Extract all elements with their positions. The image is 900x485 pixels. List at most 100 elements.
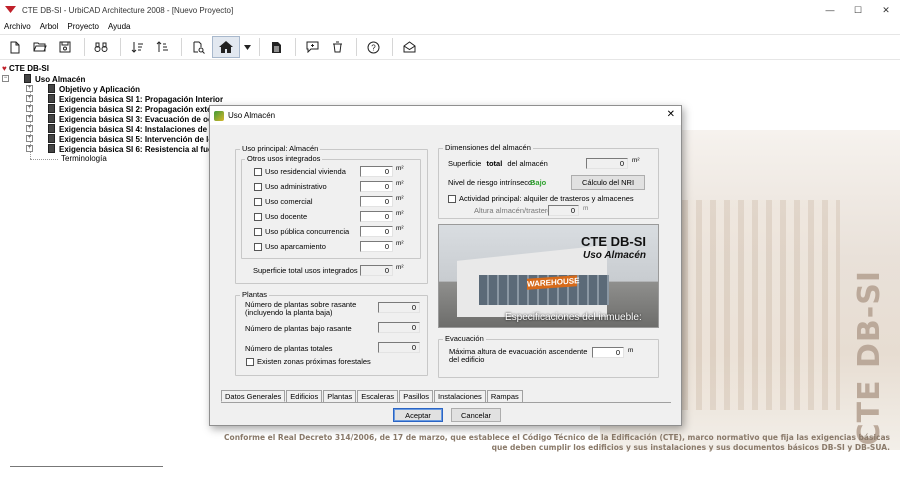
docente-field[interactable]: 0 [360,211,393,222]
maximize-button[interactable]: ☐ [844,0,872,20]
publica-concurrencia-field[interactable]: 0 [360,226,393,237]
aparcamiento-checkbox[interactable] [254,243,262,251]
tab-plantas[interactable]: Plantas [323,390,357,402]
tab-escaleras[interactable]: Escaleras [357,390,399,402]
minimize-button[interactable]: — [816,0,844,20]
residencial-checkbox[interactable] [254,168,262,176]
calculo-nri-button[interactable]: Cálculo del NRI [571,175,645,190]
residencial-field[interactable]: 0 [360,166,393,177]
comercial-checkbox[interactable] [254,198,262,206]
dialog-tabs: Datos Generales Edificios Plantas Escale… [221,390,524,402]
tab-datos-generales[interactable]: Datos Generales [221,390,286,402]
superficie-unit: m² [632,157,640,164]
residencial-unit: m² [396,165,404,172]
trash-icon[interactable] [326,36,348,58]
evacuacion-field[interactable]: 0 [592,347,624,358]
menu-arbol[interactable]: Arbol [40,22,59,31]
docente-label: Uso docente [265,212,308,221]
administrativo-field[interactable]: 0 [360,181,393,192]
new-file-icon[interactable] [4,36,26,58]
tab-instalaciones[interactable]: Instalaciones [434,390,486,402]
grid-icon [24,74,31,83]
dropdown-arrow-icon[interactable] [243,36,251,58]
tree-root[interactable]: ♥ CTE DB-SI [2,64,49,74]
toolbar: ? [0,34,900,60]
tab-edificios[interactable]: Edificios [286,390,323,402]
toolbar-separator [392,38,393,56]
tab-pasillos[interactable]: Pasillos [399,390,434,402]
publica-concurrencia-label: Uso pública concurrencia [265,227,350,236]
altura-label: Altura almacén/trastero [474,206,552,215]
help-icon[interactable]: ? [362,36,384,58]
window-controls: — ☐ ✕ [816,0,900,20]
publica-concurrencia-checkbox[interactable] [254,228,262,236]
tree-expand-icon[interactable]: + [26,135,33,142]
document-icon[interactable] [265,36,287,58]
book-icon [48,134,55,143]
comercial-unit: m² [396,195,404,202]
toolbar-separator [356,38,357,56]
altura-unit: m [583,205,589,212]
tree-connector [30,159,58,160]
superficie-field: 0 [586,158,628,169]
save-icon[interactable] [54,36,76,58]
binoculars-icon[interactable] [90,36,112,58]
superficie-label: Superficie total del almacén [448,159,548,168]
tree-item-label: Objetivo y Aplicación [59,85,141,94]
tree-expand-icon[interactable]: + [26,85,33,92]
toolbar-separator [84,38,85,56]
tree-item-uso-almacen[interactable]: Uso Almacén [24,74,85,84]
sort-descending-icon[interactable] [126,36,148,58]
docente-checkbox[interactable] [254,213,262,221]
tree-item-si2[interactable]: Exigencia básica SI 2: Propagación exter [48,104,215,114]
plantas-totales-label: Número de plantas totales [245,344,333,353]
aparcamiento-unit: m² [396,240,404,247]
administrativo-label: Uso administrativo [265,182,327,191]
aparcamiento-field[interactable]: 0 [360,241,393,252]
tree-item-si4[interactable]: Exigencia básica SI 4: Instalaciones de … [48,124,214,134]
tree-expand-icon[interactable]: + [26,115,33,122]
tree-collapse-icon[interactable]: − [2,75,9,82]
toolbar-separator [120,38,121,56]
open-folder-icon[interactable] [29,36,51,58]
close-window-button[interactable]: ✕ [872,0,900,20]
toolbar-separator [259,38,260,56]
tree-item-label: Exigencia básica SI 1: Propagación Inter… [59,95,224,104]
tree-item-si5[interactable]: Exigencia básica SI 5: Intervención de l… [48,134,213,144]
sort-ascending-icon[interactable] [151,36,173,58]
aceptar-button[interactable]: Aceptar [393,408,443,422]
search-document-icon[interactable] [187,36,209,58]
tree-item-si1[interactable]: Exigencia básica SI 1: Propagación Inter… [48,94,223,104]
residencial-label: Uso residencial vivienda [265,167,346,176]
tree-item-objetivo[interactable]: Objetivo y Aplicación [48,84,140,94]
plantas-sobre-label-line-2: (incluyendo la planta baja) [245,308,333,317]
book-icon [48,124,55,133]
warehouse-image-panel: WAREHOUSE CTE DB-SI Uso Almacén Especifi… [438,224,659,328]
menu-ayuda[interactable]: Ayuda [108,22,131,31]
tree-expand-icon[interactable]: + [26,125,33,132]
menu-proyecto[interactable]: Proyecto [67,22,99,31]
administrativo-checkbox[interactable] [254,183,262,191]
tree-expand-icon[interactable]: + [26,145,33,152]
tree-expand-icon[interactable]: + [26,95,33,102]
altura-field: 0 [548,205,579,216]
book-icon [48,114,55,123]
home-icon[interactable] [212,36,240,58]
dialog-close-button[interactable]: ✕ [667,109,675,120]
dimensiones-title: Dimensiones del almacén [443,143,533,152]
comercial-field[interactable]: 0 [360,196,393,207]
tree-item-terminologia[interactable]: Terminología [61,154,107,164]
tree-item-si6[interactable]: Exigencia básica SI 6: Resistencia al fu… [48,144,212,154]
plantas-sobre-field: 0 [378,302,420,313]
tree-expand-icon[interactable]: + [26,105,33,112]
publica-concurrencia-unit: m² [396,225,404,232]
actividad-checkbox[interactable] [448,195,456,203]
menu-archivo[interactable]: Archivo [4,22,31,31]
administrativo-unit: m² [396,180,404,187]
forestales-checkbox[interactable] [246,358,254,366]
tree-item-si3[interactable]: Exigencia básica SI 3: Evacuación de oc [48,114,212,124]
cancelar-button[interactable]: Cancelar [451,408,501,422]
mail-icon[interactable] [398,36,420,58]
comment-icon[interactable] [301,36,323,58]
tab-rampas[interactable]: Rampas [486,390,523,402]
